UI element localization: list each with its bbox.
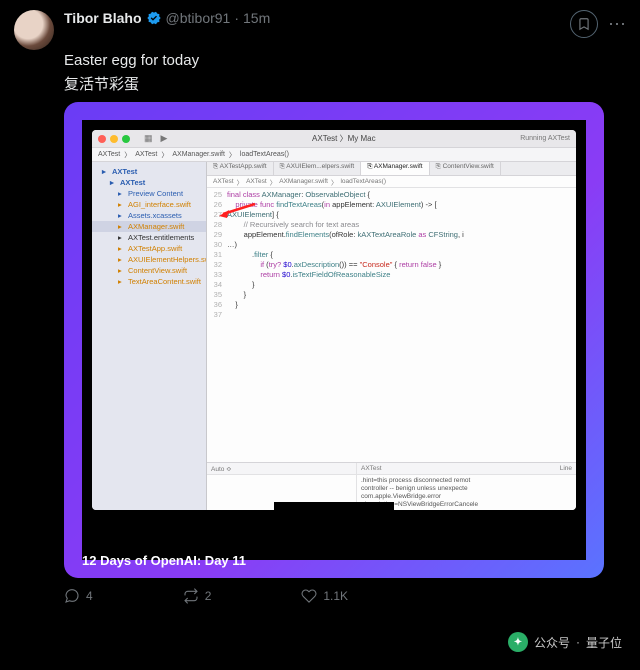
retweet-button[interactable]: 2 xyxy=(183,588,212,604)
redaction-box xyxy=(274,502,394,514)
verified-badge-icon xyxy=(146,10,162,26)
navigator-item: ▸Assets.xcassets xyxy=(92,210,206,221)
sidebar-toggle-icon: ▦ xyxy=(144,133,153,144)
jump-bar: AXTest〉AXTest〉AXManager.swift〉loadTextAr… xyxy=(207,176,576,188)
navigator-item: ▸AXTestApp.swift xyxy=(92,243,206,254)
run-icon: ▶ xyxy=(161,133,168,144)
wechat-icon: ✦ xyxy=(508,632,528,652)
editor-tab: ⎘ ContentView.swift xyxy=(430,162,501,175)
xcode-window: ▦ ▶ AXTest 〉My Mac Running AXTest AXTest… xyxy=(92,130,576,510)
tweet-media[interactable]: ▦ ▶ AXTest 〉My Mac Running AXTest AXTest… xyxy=(64,102,604,578)
retweet-icon xyxy=(183,588,199,604)
close-icon xyxy=(98,135,106,143)
navigator-item: ▸AXTest xyxy=(92,177,206,188)
tweet-text-line2: 复活节彩蛋 xyxy=(64,73,626,94)
editor-tab: ⎘ AXUIElem...elpers.swift xyxy=(274,162,362,175)
more-button[interactable]: ⋯ xyxy=(608,19,626,29)
avatar[interactable] xyxy=(14,10,54,50)
bookmark-icon xyxy=(577,17,591,31)
editor-tab: ⎘ AXTestApp.swift xyxy=(207,162,274,175)
separator-dot: · xyxy=(234,10,239,26)
navigator-item: ▸Preview Content xyxy=(92,188,206,199)
navigator-item: ▸TextAreaContent.swift xyxy=(92,276,206,287)
reply-button[interactable]: 4 xyxy=(64,588,93,604)
like-button[interactable]: 1.1K xyxy=(301,588,348,604)
project-navigator: ▸AXTest▸AXTest▸Preview Content▸AGI_inter… xyxy=(92,162,207,510)
navigator-item: ▸AXTest xyxy=(92,166,206,177)
run-status: Running AXTest xyxy=(520,135,570,142)
navigator-item: ▸AXTest.entitlements xyxy=(92,232,206,243)
media-caption: 12 Days of OpenAI: Day 11 xyxy=(82,553,246,568)
navigator-item: ▸AGI_interface.swift xyxy=(92,199,206,210)
bookmark-button[interactable] xyxy=(570,10,598,38)
navigator-item: ▸ContentView.swift xyxy=(92,265,206,276)
timestamp[interactable]: 15m xyxy=(243,10,270,26)
display-name[interactable]: Tibor Blaho xyxy=(64,10,142,26)
navigator-item: ▸AXUIElementHelpers.swift xyxy=(92,254,206,265)
reply-icon xyxy=(64,588,80,604)
xcode-titlebar: ▦ ▶ AXTest 〉My Mac Running AXTest xyxy=(92,130,576,148)
scheme-name: AXTest xyxy=(312,134,337,143)
tweet-text-line1: Easter egg for today xyxy=(64,52,626,69)
user-handle[interactable]: @btibor91 xyxy=(166,10,231,26)
source-code: final class AXManager: ObservableObject … xyxy=(225,188,576,462)
editor-tabs: ⎘ AXTestApp.swift⎘ AXUIElem...elpers.swi… xyxy=(207,162,576,176)
breadcrumb: AXTest〉AXTest〉AXManager.swift〉loadTextAr… xyxy=(92,148,576,162)
zoom-icon xyxy=(122,135,130,143)
editor-tab: ⎘ AXManager.swift xyxy=(361,162,429,175)
heart-icon xyxy=(301,588,317,604)
navigator-item: ▸AXManager.swift xyxy=(92,221,206,232)
line-gutter: 25262728293031323334353637 xyxy=(207,188,225,462)
watermark: ✦ 公众号·量子位 xyxy=(508,632,622,652)
minimize-icon xyxy=(110,135,118,143)
